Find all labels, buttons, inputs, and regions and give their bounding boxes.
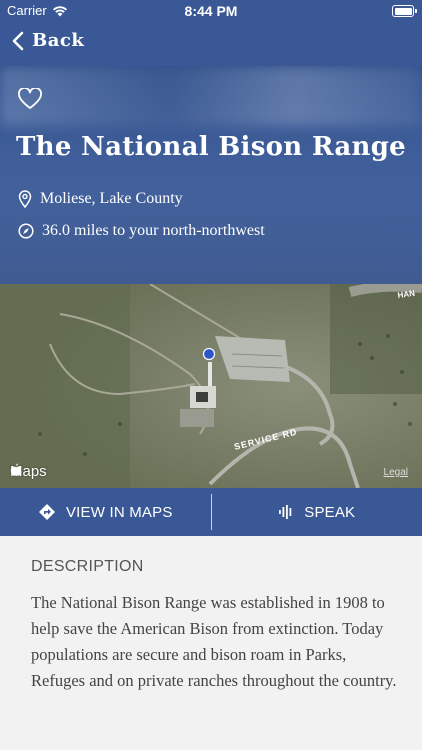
navigation-bar: Back (0, 22, 422, 66)
header-background (0, 66, 422, 126)
distance-text: 36.0 miles to your north-northwest (42, 222, 265, 239)
favorite-heart-icon[interactable] (18, 88, 42, 110)
battery-icon (392, 5, 417, 17)
description-heading: DESCRIPTION (31, 558, 144, 575)
back-button[interactable]: Back (12, 30, 84, 51)
place-title: The National Bison Range (16, 132, 407, 162)
action-bar: VIEW IN MAPS SPEAK (0, 488, 422, 536)
speak-button[interactable]: SPEAK (212, 488, 422, 536)
directions-icon (38, 504, 55, 520)
place-header: The National Bison Range Moliese, Lake C… (0, 66, 422, 284)
location-text: Moliese, Lake County (40, 190, 183, 207)
apple-maps-logo: Maps (10, 463, 47, 480)
back-label: Back (32, 30, 85, 51)
waveform-icon (279, 505, 292, 519)
apple-logo-icon (10, 463, 22, 476)
location-row: Moliese, Lake County (18, 190, 183, 208)
view-in-maps-button[interactable]: VIEW IN MAPS (0, 488, 211, 536)
map-view[interactable]: SERVICE RD HAN Maps Legal (0, 284, 422, 488)
status-bar: Carrier 8:44 PM (0, 0, 422, 22)
location-pin-icon (18, 190, 32, 208)
clock: 8:44 PM (184, 3, 238, 19)
chevron-left-icon (12, 31, 24, 50)
compass-icon (18, 223, 34, 239)
speak-label: SPEAK (304, 503, 356, 521)
legal-link[interactable]: Legal (384, 467, 408, 478)
satellite-map: SERVICE RD HAN (0, 284, 422, 488)
description-text: The National Bison Range was established… (31, 593, 397, 690)
view-in-maps-label: VIEW IN MAPS (65, 503, 173, 521)
distance-row: 36.0 miles to your north-northwest (18, 222, 265, 240)
